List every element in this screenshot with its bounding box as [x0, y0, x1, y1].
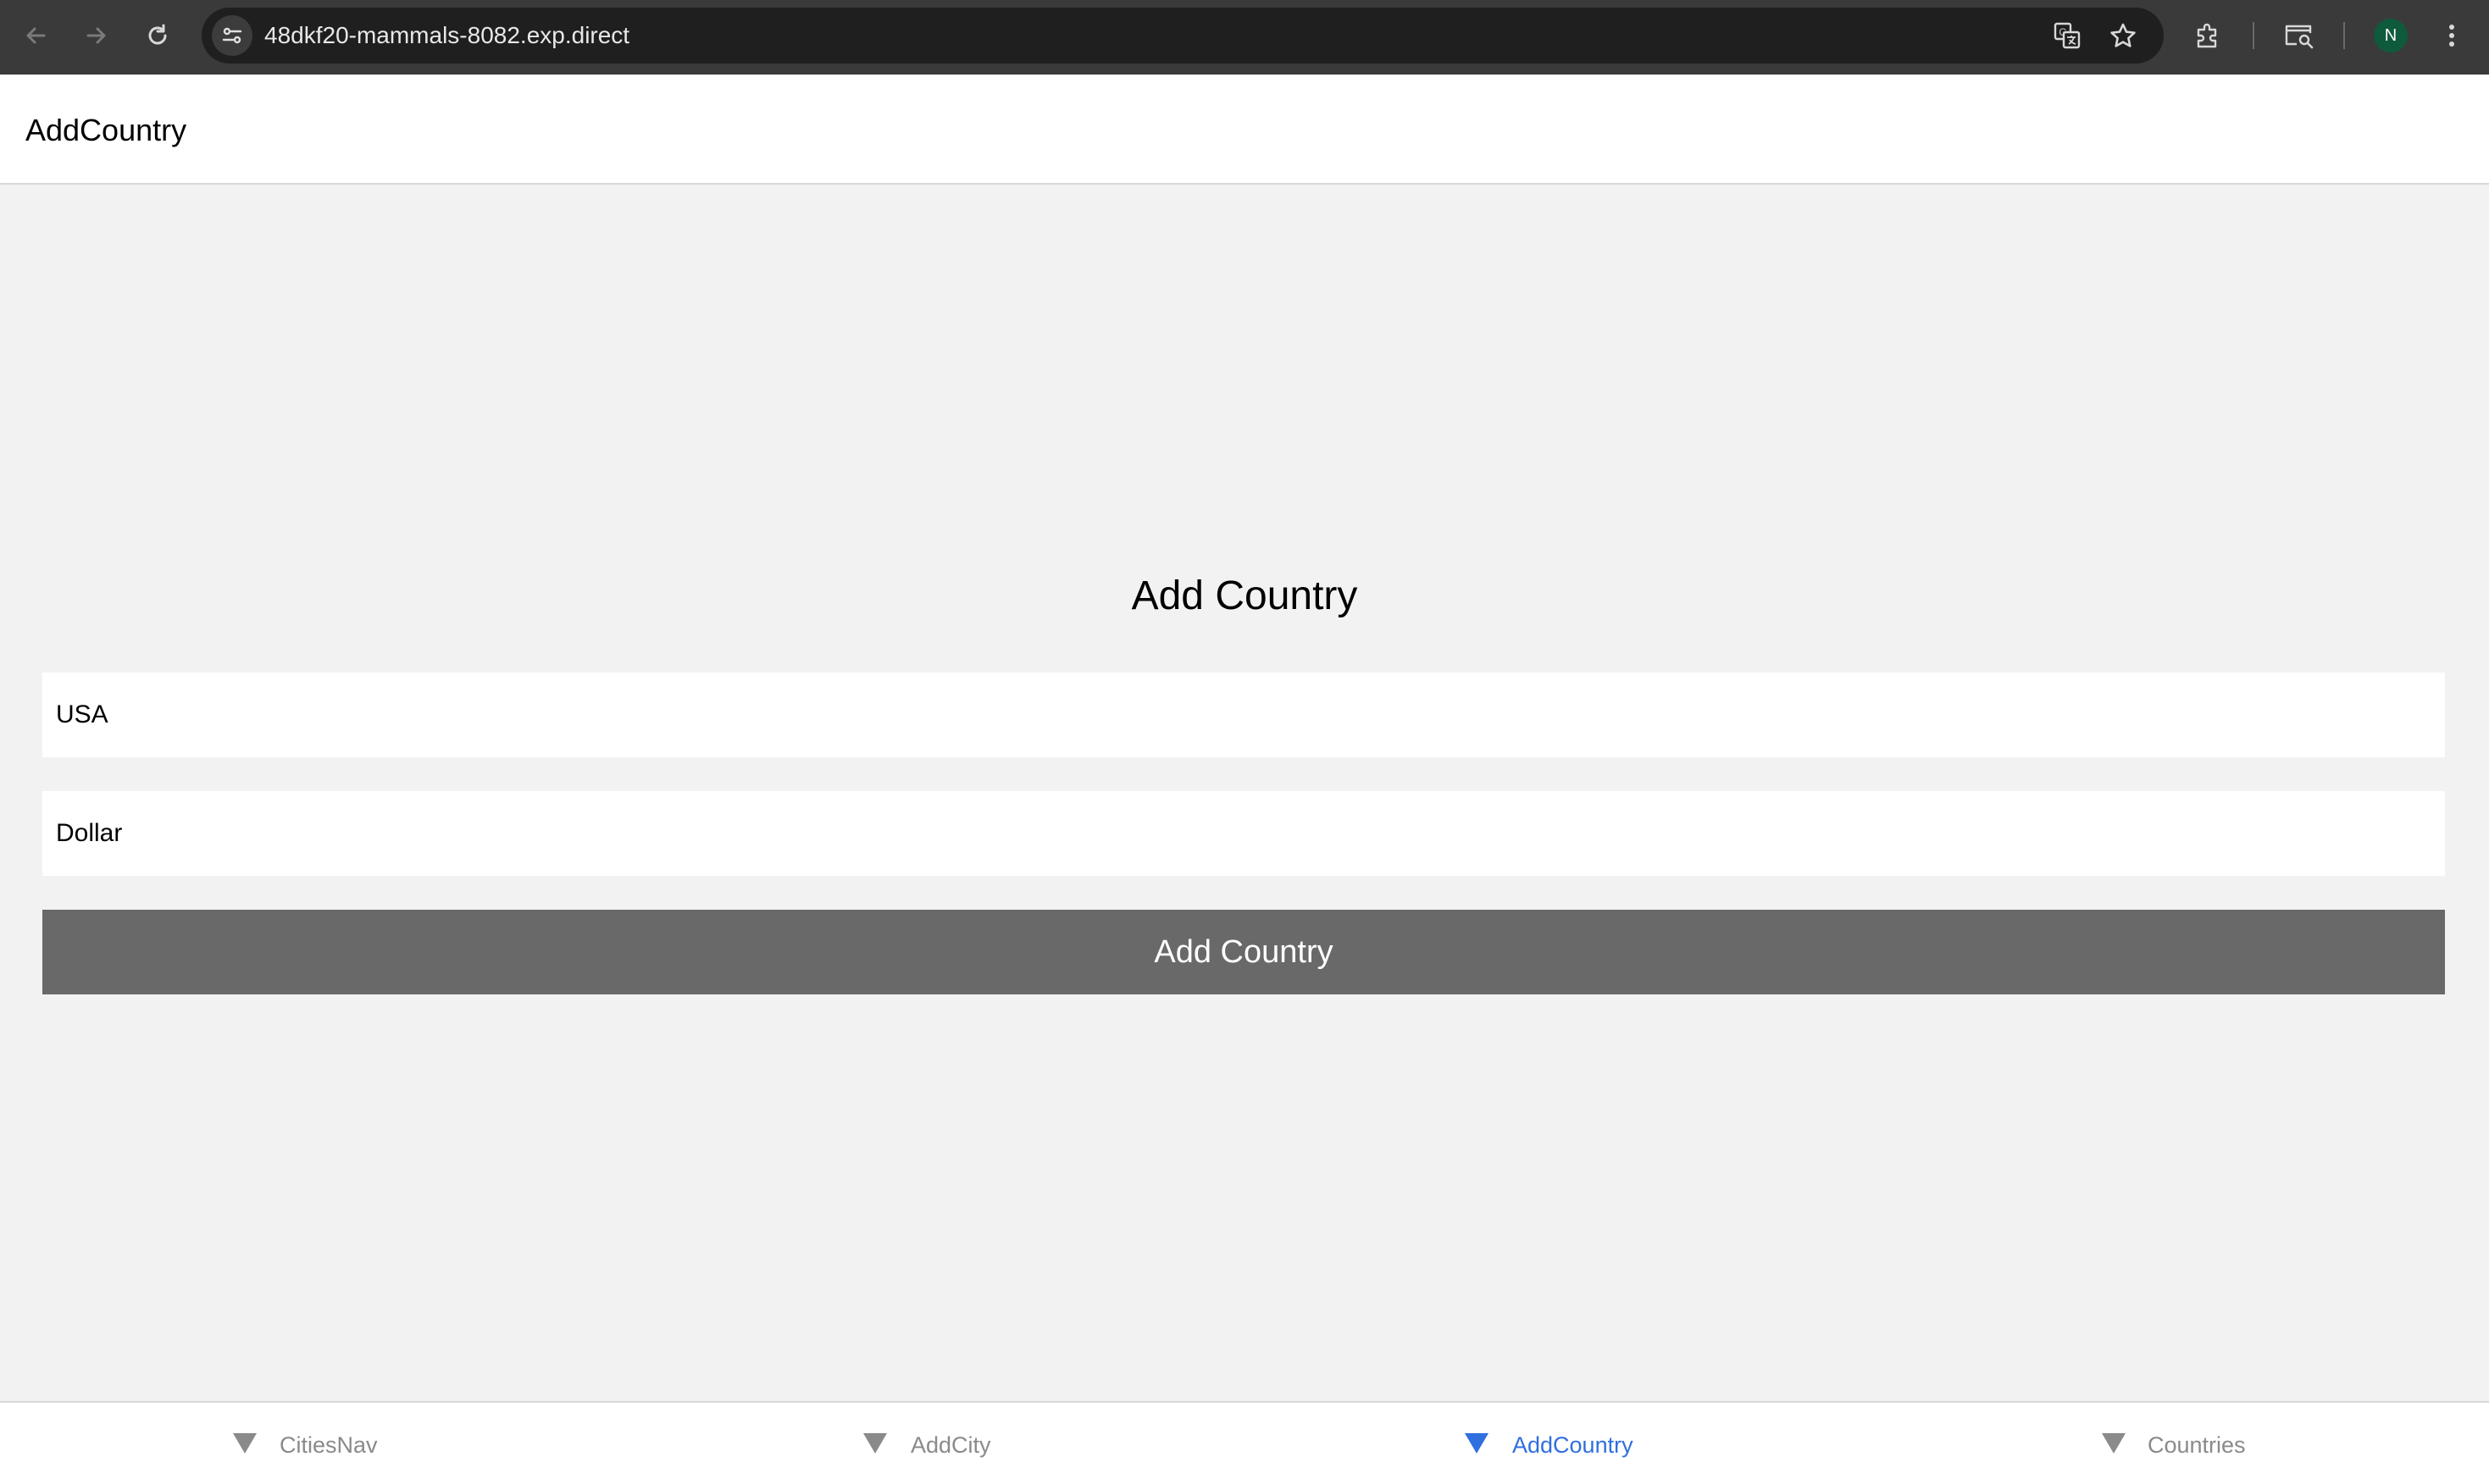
- triangle-down-icon: [1465, 1433, 1488, 1454]
- triangle-down-icon: [863, 1433, 887, 1454]
- url-text[interactable]: 48dkf20-mammals-8082.exp.direct: [264, 22, 629, 49]
- toolbar-divider: [2253, 22, 2254, 49]
- translate-icon[interactable]: G: [2047, 15, 2087, 56]
- tab-add-city[interactable]: AddCity: [622, 1403, 1244, 1484]
- tab-countries[interactable]: Countries: [1865, 1403, 2487, 1484]
- tab-add-country[interactable]: AddCountry: [1244, 1403, 1865, 1484]
- form-heading: Add Country: [1131, 573, 1358, 618]
- main-content: Add Country Add Country: [0, 185, 2489, 1401]
- more-vert-icon[interactable]: [2431, 15, 2472, 56]
- triangle-down-icon: [233, 1433, 257, 1454]
- app-header: AddCountry: [0, 75, 2489, 185]
- toolbar-divider: [2343, 22, 2345, 49]
- add-country-button[interactable]: Add Country: [42, 910, 2445, 994]
- reload-icon[interactable]: [137, 15, 178, 56]
- bottom-tab-bar: CitiesNav AddCity AddCountry Countries: [0, 1401, 2489, 1484]
- extensions-icon[interactable]: [2187, 15, 2228, 56]
- tab-label: Countries: [2148, 1432, 2246, 1458]
- tab-label: AddCity: [911, 1432, 991, 1458]
- tab-cities-nav[interactable]: CitiesNav: [0, 1403, 622, 1484]
- page-title: AddCountry: [25, 113, 187, 147]
- country-name-input[interactable]: [42, 673, 2445, 757]
- profile-avatar[interactable]: N: [2374, 19, 2408, 53]
- tab-search-icon[interactable]: [2279, 15, 2320, 56]
- star-icon[interactable]: [2103, 15, 2143, 56]
- triangle-down-icon: [2102, 1433, 2126, 1454]
- tab-label: AddCountry: [1512, 1432, 1633, 1458]
- site-settings-icon[interactable]: [212, 15, 252, 56]
- browser-toolbar: 48dkf20-mammals-8082.exp.direct G N: [0, 0, 2489, 75]
- forward-arrow-icon[interactable]: [76, 15, 117, 56]
- address-bar[interactable]: 48dkf20-mammals-8082.exp.direct G: [202, 8, 2164, 64]
- currency-input[interactable]: [42, 791, 2445, 876]
- tab-label: CitiesNav: [280, 1432, 378, 1458]
- back-arrow-icon[interactable]: [15, 15, 56, 56]
